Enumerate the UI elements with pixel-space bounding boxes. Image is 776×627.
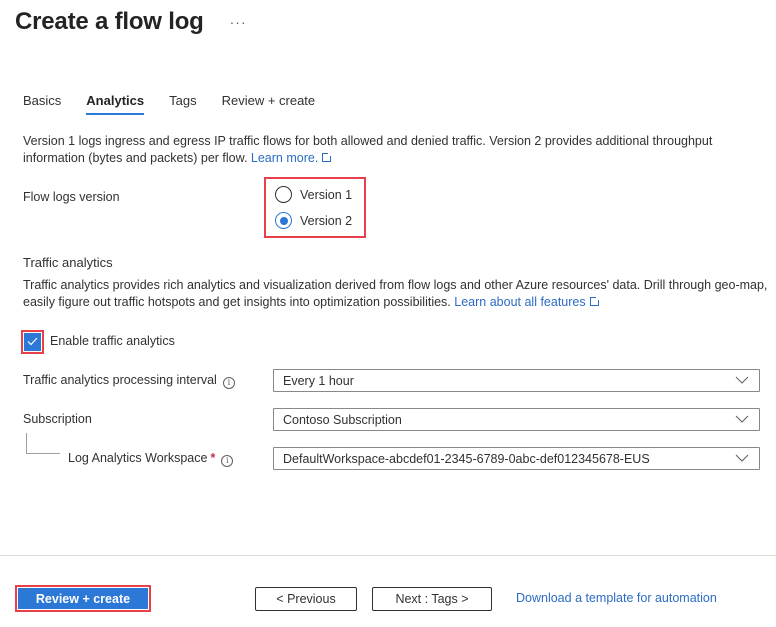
enable-traffic-analytics-checkbox[interactable] [21,330,44,354]
info-icon[interactable]: i [222,376,235,389]
title-bar: Create a flow log ··· [15,8,247,36]
flow-logs-version-label: Flow logs version [23,190,120,204]
processing-interval-label: Traffic analytics processing interval i [23,373,235,389]
tab-review-create[interactable]: Review + create [222,93,316,115]
enable-traffic-analytics-label: Enable traffic analytics [50,334,175,348]
radio-checked-icon [275,212,292,229]
radio-version-2[interactable]: Version 2 [275,212,352,229]
traffic-analytics-description: Traffic analytics provides rich analytic… [23,277,773,311]
processing-interval-value: Every 1 hour [283,373,354,388]
info-icon[interactable]: i [221,454,234,467]
tab-tags[interactable]: Tags [169,93,196,115]
review-create-highlight: Review + create [15,585,151,612]
tab-basics[interactable]: Basics [23,93,61,115]
version-description: Version 1 logs ingress and egress IP tra… [23,133,773,167]
tab-bar: Basics Analytics Tags Review + create [23,93,340,115]
external-link-icon [589,295,601,306]
workspace-label: Log Analytics Workspace * i [68,451,234,467]
learn-about-features-link[interactable]: Learn about all features [454,295,601,309]
chevron-down-icon [735,415,749,423]
subscription-label: Subscription [23,412,92,426]
previous-button[interactable]: < Previous [255,587,357,611]
processing-interval-select[interactable]: Every 1 hour [273,369,760,392]
flow-logs-version-radio-group: Version 1 Version 2 [264,177,366,238]
checkbox-checked [24,333,41,351]
workspace-label-text: Log Analytics Workspace [68,451,208,465]
next-tags-button[interactable]: Next : Tags > [372,587,492,611]
workspace-value: DefaultWorkspace-abcdef01-2345-6789-0abc… [283,451,650,466]
radio-unchecked-icon [275,186,292,203]
subscription-value: Contoso Subscription [283,412,402,427]
traffic-analytics-heading: Traffic analytics [23,255,113,270]
learn-more-text: Learn more. [250,151,319,165]
tab-analytics[interactable]: Analytics [86,93,144,115]
chevron-down-icon [735,376,749,384]
required-marker: * [210,451,216,465]
review-create-button[interactable]: Review + create [18,588,148,609]
version-description-text: Version 1 logs ingress and egress IP tra… [23,134,713,165]
radio-version-1[interactable]: Version 1 [275,186,352,203]
processing-interval-label-text: Traffic analytics processing interval [23,373,217,387]
chevron-down-icon [735,454,749,462]
radio-version-2-label: Version 2 [300,213,353,228]
external-link-icon [322,151,334,162]
checkmark-icon [27,337,38,346]
footer-divider [0,555,776,556]
more-options-icon[interactable]: ··· [230,14,247,30]
subscription-select[interactable]: Contoso Subscription [273,408,760,431]
page-title: Create a flow log [15,8,204,35]
learn-more-link[interactable]: Learn more. [250,151,334,165]
radio-version-1-label: Version 1 [300,187,353,202]
workspace-select[interactable]: DefaultWorkspace-abcdef01-2345-6789-0abc… [273,447,760,470]
download-template-link[interactable]: Download a template for automation [516,591,717,605]
tree-connector [26,433,60,454]
traffic-analytics-description-text: Traffic analytics provides rich analytic… [23,278,768,309]
learn-about-features-text: Learn about all features [454,295,586,309]
